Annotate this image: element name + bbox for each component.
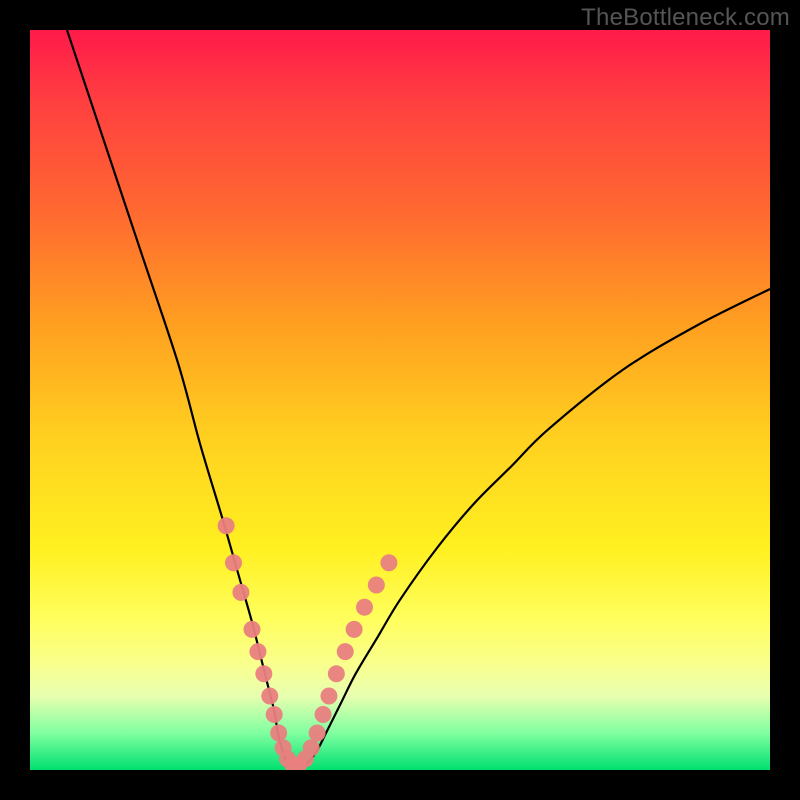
marker-point [346,621,363,638]
marker-point [368,577,385,594]
marker-point [225,554,242,571]
marker-point [218,517,235,534]
marker-point [232,584,249,601]
chart-stage: TheBottleneck.com [0,0,800,800]
marker-point [303,739,320,756]
marker-layer [218,517,398,770]
marker-point [270,725,287,742]
marker-point [244,621,261,638]
plot-area [30,30,770,770]
marker-point [261,688,278,705]
marker-point [249,643,266,660]
marker-point [309,725,326,742]
watermark-text: TheBottleneck.com [581,4,790,32]
marker-point [380,554,397,571]
marker-point [315,706,332,723]
chart-svg [30,30,770,770]
marker-point [266,706,283,723]
curve-layer [67,30,770,766]
marker-point [356,599,373,616]
marker-point [255,665,272,682]
marker-point [320,688,337,705]
marker-point [328,665,345,682]
curve-right-curve [304,289,770,766]
marker-point [337,643,354,660]
